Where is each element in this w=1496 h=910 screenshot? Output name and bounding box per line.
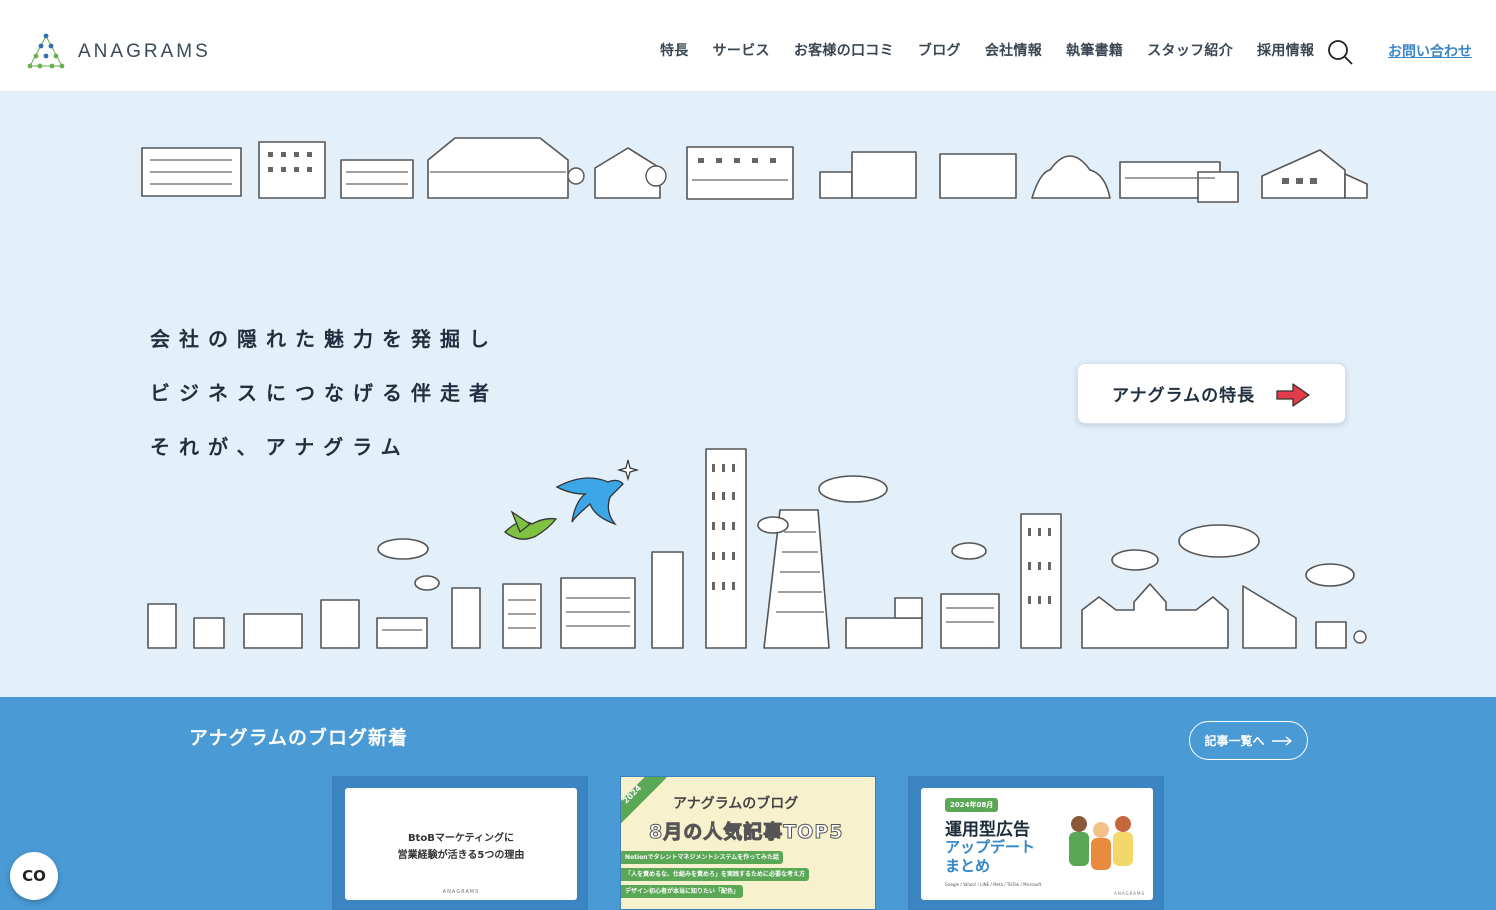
card-thumbnail: BtoBマーケティングに 営業経験が活きる5つの理由 ANAGRAMS (345, 788, 577, 900)
blog-section: アナグラムのブログ新着 記事一覧へ BtoBマーケティングに 営業経験が活きる5… (0, 697, 1496, 910)
card-title-line-2: 8月の人気記事TOP5 (648, 821, 844, 844)
main-nav: 特長 サービス お客様の口コミ ブログ 会社情報 執筆書籍 スタッフ紹介 採用情… (660, 40, 1314, 60)
card-title-line-1: BtoBマーケティングに (407, 833, 515, 844)
logo[interactable]: ANAGRAMS (24, 32, 211, 72)
contact-link[interactable]: お問い合わせ (1388, 41, 1472, 61)
search-icon[interactable] (1326, 38, 1354, 66)
features-cta-button[interactable]: アナグラムの特長 (1077, 363, 1346, 424)
card-brand: ANAGRAMS (1114, 891, 1145, 896)
nav-services[interactable]: サービス (713, 40, 770, 60)
card-platforms: Google / Yahoo! / LINE / Meta / TikTok /… (945, 882, 1042, 887)
hero-tagline: 会社の隠れた魅力を発掘し ビジネスにつなげる伴走者 それが、アナグラム (150, 324, 498, 486)
nav-recruit[interactable]: 採用情報 (1257, 40, 1314, 60)
card-date-badge: 2024年08月 (945, 798, 999, 812)
blog-section-title: アナグラムのブログ新着 (189, 727, 409, 749)
cookie-settings-button[interactable]: CO (10, 852, 58, 900)
card-title-line-2b: まとめ (945, 857, 991, 875)
nav-company[interactable]: 会社情報 (985, 40, 1042, 60)
top-article-3: デザイン初心者が本当に知りたい「配色」 (621, 885, 744, 898)
card-title: BtoBマーケティングに 営業経験が活きる5つの理由 (345, 830, 577, 864)
cookie-icon-label: CO (22, 867, 46, 885)
features-cta-label: アナグラムの特長 (1112, 386, 1256, 406)
top-article-1: Notionでタレントマネジメントシステムを作ってみた話 (621, 851, 783, 864)
long-arrow-right-icon (1271, 735, 1292, 746)
nav-reviews[interactable]: お客様の口コミ (794, 40, 894, 60)
tagline-line-3: それが、アナグラム (150, 435, 410, 459)
nav-features[interactable]: 特長 (660, 40, 689, 60)
blog-card-3[interactable]: 2024年08月 運用型広告 アップデート まとめ Google / Yahoo… (908, 776, 1164, 910)
blog-card-2[interactable]: 2024 アナグラムのブログ 8月の人気記事TOP5 Notionでタレントマネ… (620, 776, 876, 910)
card-title-line-2: 営業経験が活きる5つの理由 (397, 850, 525, 861)
nav-books[interactable]: 執筆書籍 (1066, 40, 1123, 60)
site-header: ANAGRAMS 特長 サービス お客様の口コミ ブログ 会社情報 執筆書籍 ス… (0, 0, 1496, 92)
nav-staff[interactable]: スタッフ紹介 (1147, 40, 1233, 60)
top-article-2: 「人を責めるな、仕組みを責めろ」を実践するために必要な考え方 (621, 868, 810, 881)
tagline-line-2: ビジネスにつなげる伴走者 (150, 381, 498, 405)
blog-card-1[interactable]: BtoBマーケティングに 営業経験が活きる5つの理由 ANAGRAMS (332, 776, 588, 910)
card-title-line-2a: アップデート (945, 838, 1036, 856)
all-articles-label: 記事一覧へ (1204, 734, 1265, 748)
card-title-line-1: 運用型広告 (945, 820, 1030, 840)
card-brand: ANAGRAMS (442, 889, 480, 895)
hero-section: 会社の隠れた魅力を発掘し ビジネスにつなげる伴走者 それが、アナグラム アナグラ… (0, 92, 1496, 697)
card-thumbnail: 2024年08月 運用型広告 アップデート まとめ Google / Yahoo… (921, 788, 1153, 900)
arrow-right-icon (1276, 383, 1310, 407)
people-illustration (1069, 816, 1133, 870)
card-title-line-1: アナグラムのブログ (673, 796, 799, 812)
tagline-line-1: 会社の隠れた魅力を発掘し (150, 327, 498, 351)
logo-mark-icon (27, 33, 65, 69)
all-articles-button[interactable]: 記事一覧へ (1189, 721, 1308, 760)
logo-text: ANAGRAMS (78, 41, 211, 62)
nav-blog[interactable]: ブログ (918, 40, 961, 60)
card-title-line-2: アップデート まとめ (945, 838, 1035, 876)
